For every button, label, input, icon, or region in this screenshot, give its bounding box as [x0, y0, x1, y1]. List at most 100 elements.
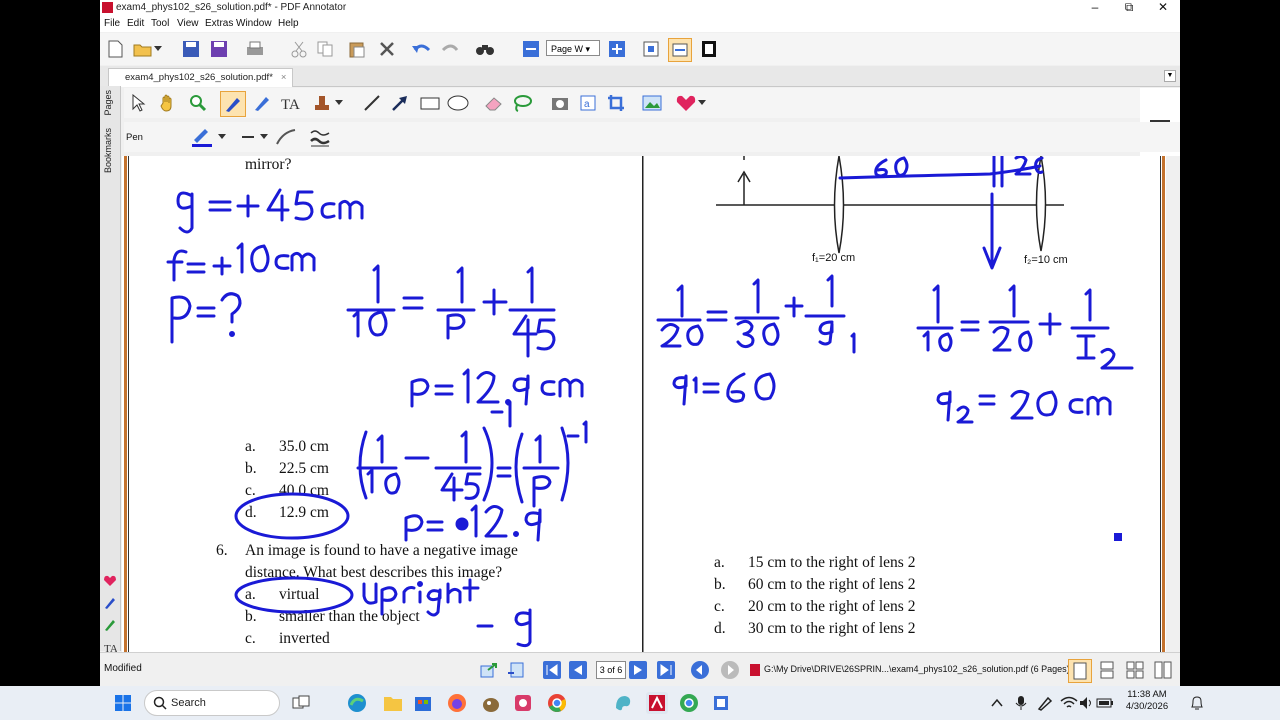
tab-pages[interactable]: Pages	[103, 90, 113, 116]
tool-options-bar: Pen	[124, 122, 1180, 152]
single-page-view-icon[interactable]	[1068, 659, 1092, 683]
close-button[interactable]: ✕	[1146, 0, 1180, 16]
zoom-out-icon[interactable]	[520, 38, 542, 60]
pen-width-icon[interactable]	[308, 125, 332, 149]
back-icon[interactable]	[690, 659, 710, 681]
menu-file[interactable]: File	[104, 18, 120, 29]
favorites-heart-icon[interactable]	[674, 91, 698, 115]
favorites-dropdown-icon[interactable]	[696, 91, 708, 115]
export-icon[interactable]	[478, 659, 498, 681]
select-arrow-icon[interactable]	[126, 91, 150, 115]
arrow-tool-icon[interactable]	[388, 91, 412, 115]
tab-bookmarks[interactable]: Bookmarks	[103, 128, 113, 173]
show-hidden-icons-icon[interactable]	[986, 692, 1008, 714]
save-all-icon[interactable]	[208, 38, 230, 60]
cut-icon[interactable]	[288, 38, 310, 60]
text-tool-icon[interactable]: TA	[280, 91, 304, 115]
vertical-scrollbar[interactable]	[1166, 156, 1180, 652]
print-icon[interactable]	[244, 38, 266, 60]
hand-pan-icon[interactable]	[156, 91, 180, 115]
paste-icon[interactable]	[346, 38, 368, 60]
two-page-continuous-view-icon[interactable]	[1124, 659, 1146, 681]
eraser-tool-icon[interactable]	[482, 91, 506, 115]
screenshot-tool-icon[interactable]	[548, 91, 572, 115]
line-style-icon[interactable]	[240, 125, 270, 149]
side-panel: Pages Bookmarks TA	[100, 86, 121, 697]
document-view[interactable]: mirror? a. 35.0 cm b. 22.5 cm c. 40.0 cm…	[122, 156, 1180, 652]
fit-width-icon[interactable]	[668, 38, 692, 62]
menu-edit[interactable]: Edit	[127, 18, 144, 29]
system-clock[interactable]: 11:38 AM 4/30/2026	[1118, 689, 1176, 713]
import-icon[interactable]	[506, 659, 526, 681]
forward-icon[interactable]	[720, 659, 740, 681]
pen-tool-icon[interactable]	[220, 91, 246, 117]
document-state: Modified	[104, 663, 142, 674]
page-number-field[interactable]: 3 of 6	[596, 661, 626, 679]
two-page-view-icon[interactable]	[1152, 659, 1174, 681]
document-tab[interactable]: exam4_phys102_s26_solution.pdf* ×	[108, 68, 294, 87]
zoom-select[interactable]: Page W ▾	[546, 40, 600, 56]
tab-close-icon[interactable]: ×	[281, 72, 287, 83]
favorite-heart-icon[interactable]	[102, 570, 118, 592]
next-page-icon[interactable]	[628, 659, 648, 681]
previous-page-icon[interactable]	[568, 659, 588, 681]
image-tool-icon[interactable]	[640, 91, 664, 115]
undo-icon[interactable]	[410, 38, 432, 60]
app-icon[interactable]	[710, 692, 732, 714]
favorite-pen-blue-icon[interactable]	[102, 592, 118, 614]
file-explorer-icon[interactable]	[382, 692, 404, 714]
text-box-tool-icon[interactable]: a	[576, 91, 600, 115]
lasso-tool-icon[interactable]	[510, 91, 534, 115]
favorite-highlighter-green-icon[interactable]	[102, 614, 118, 636]
restore-button[interactable]: ⧉	[1112, 0, 1146, 16]
crop-tool-icon[interactable]	[604, 91, 628, 115]
highlighter-tool-icon[interactable]	[250, 91, 274, 115]
firefox-icon[interactable]	[446, 692, 468, 714]
ellipse-tool-icon[interactable]	[446, 91, 470, 115]
menu-tool[interactable]: Tool	[151, 18, 169, 29]
fit-page-icon[interactable]	[640, 38, 662, 60]
pen-menu-icon[interactable]	[1034, 692, 1056, 714]
menu-extras[interactable]: Extras	[205, 18, 233, 29]
open-dropdown-icon[interactable]	[152, 38, 164, 60]
gimp-icon[interactable]	[480, 692, 502, 714]
taskbar-search-box[interactable]: Search	[144, 690, 280, 716]
notification-bell-icon[interactable]	[1186, 692, 1208, 714]
edge-browser-icon[interactable]	[346, 692, 368, 714]
microphone-icon[interactable]	[1010, 692, 1032, 714]
pen-smoothing-icon[interactable]	[274, 125, 298, 149]
task-view-icon[interactable]	[290, 692, 312, 714]
find-binoculars-icon[interactable]	[474, 38, 496, 60]
new-document-icon[interactable]	[104, 38, 126, 60]
chrome-profile-icon[interactable]	[678, 692, 700, 714]
open-folder-icon[interactable]	[132, 38, 154, 60]
presentation-mode-icon[interactable]	[698, 38, 720, 60]
zoom-in-icon[interactable]	[606, 38, 628, 60]
line-tool-icon[interactable]	[360, 91, 384, 115]
chrome-icon[interactable]	[546, 692, 568, 714]
redo-icon[interactable]	[440, 38, 462, 60]
windows-start-icon[interactable]	[112, 692, 134, 714]
copy-icon[interactable]	[314, 38, 336, 60]
first-page-icon[interactable]	[542, 659, 562, 681]
paint-icon[interactable]	[612, 692, 634, 714]
delete-icon[interactable]	[376, 38, 398, 60]
menu-view[interactable]: View	[177, 18, 199, 29]
snipping-tool-icon[interactable]	[512, 692, 534, 714]
battery-icon[interactable]	[1094, 692, 1116, 714]
minimize-button[interactable]: –	[1078, 0, 1112, 16]
stamp-tool-icon[interactable]	[310, 91, 334, 115]
continuous-view-icon[interactable]	[1096, 659, 1118, 681]
stamp-dropdown-icon[interactable]	[332, 91, 346, 115]
tab-overflow-icon[interactable]: ▼	[1164, 70, 1176, 82]
pen-color-dropdown-icon[interactable]	[216, 125, 228, 149]
pen-color-icon[interactable]	[190, 125, 214, 149]
save-icon[interactable]	[180, 38, 202, 60]
menu-window[interactable]: Window	[236, 18, 272, 29]
zoom-tool-icon[interactable]	[186, 91, 210, 115]
pdf-annotator-taskbar-icon[interactable]	[646, 692, 668, 714]
microsoft-store-icon[interactable]	[412, 692, 434, 714]
last-page-icon[interactable]	[656, 659, 676, 681]
menu-help[interactable]: Help	[278, 18, 299, 29]
rectangle-tool-icon[interactable]	[418, 91, 442, 115]
